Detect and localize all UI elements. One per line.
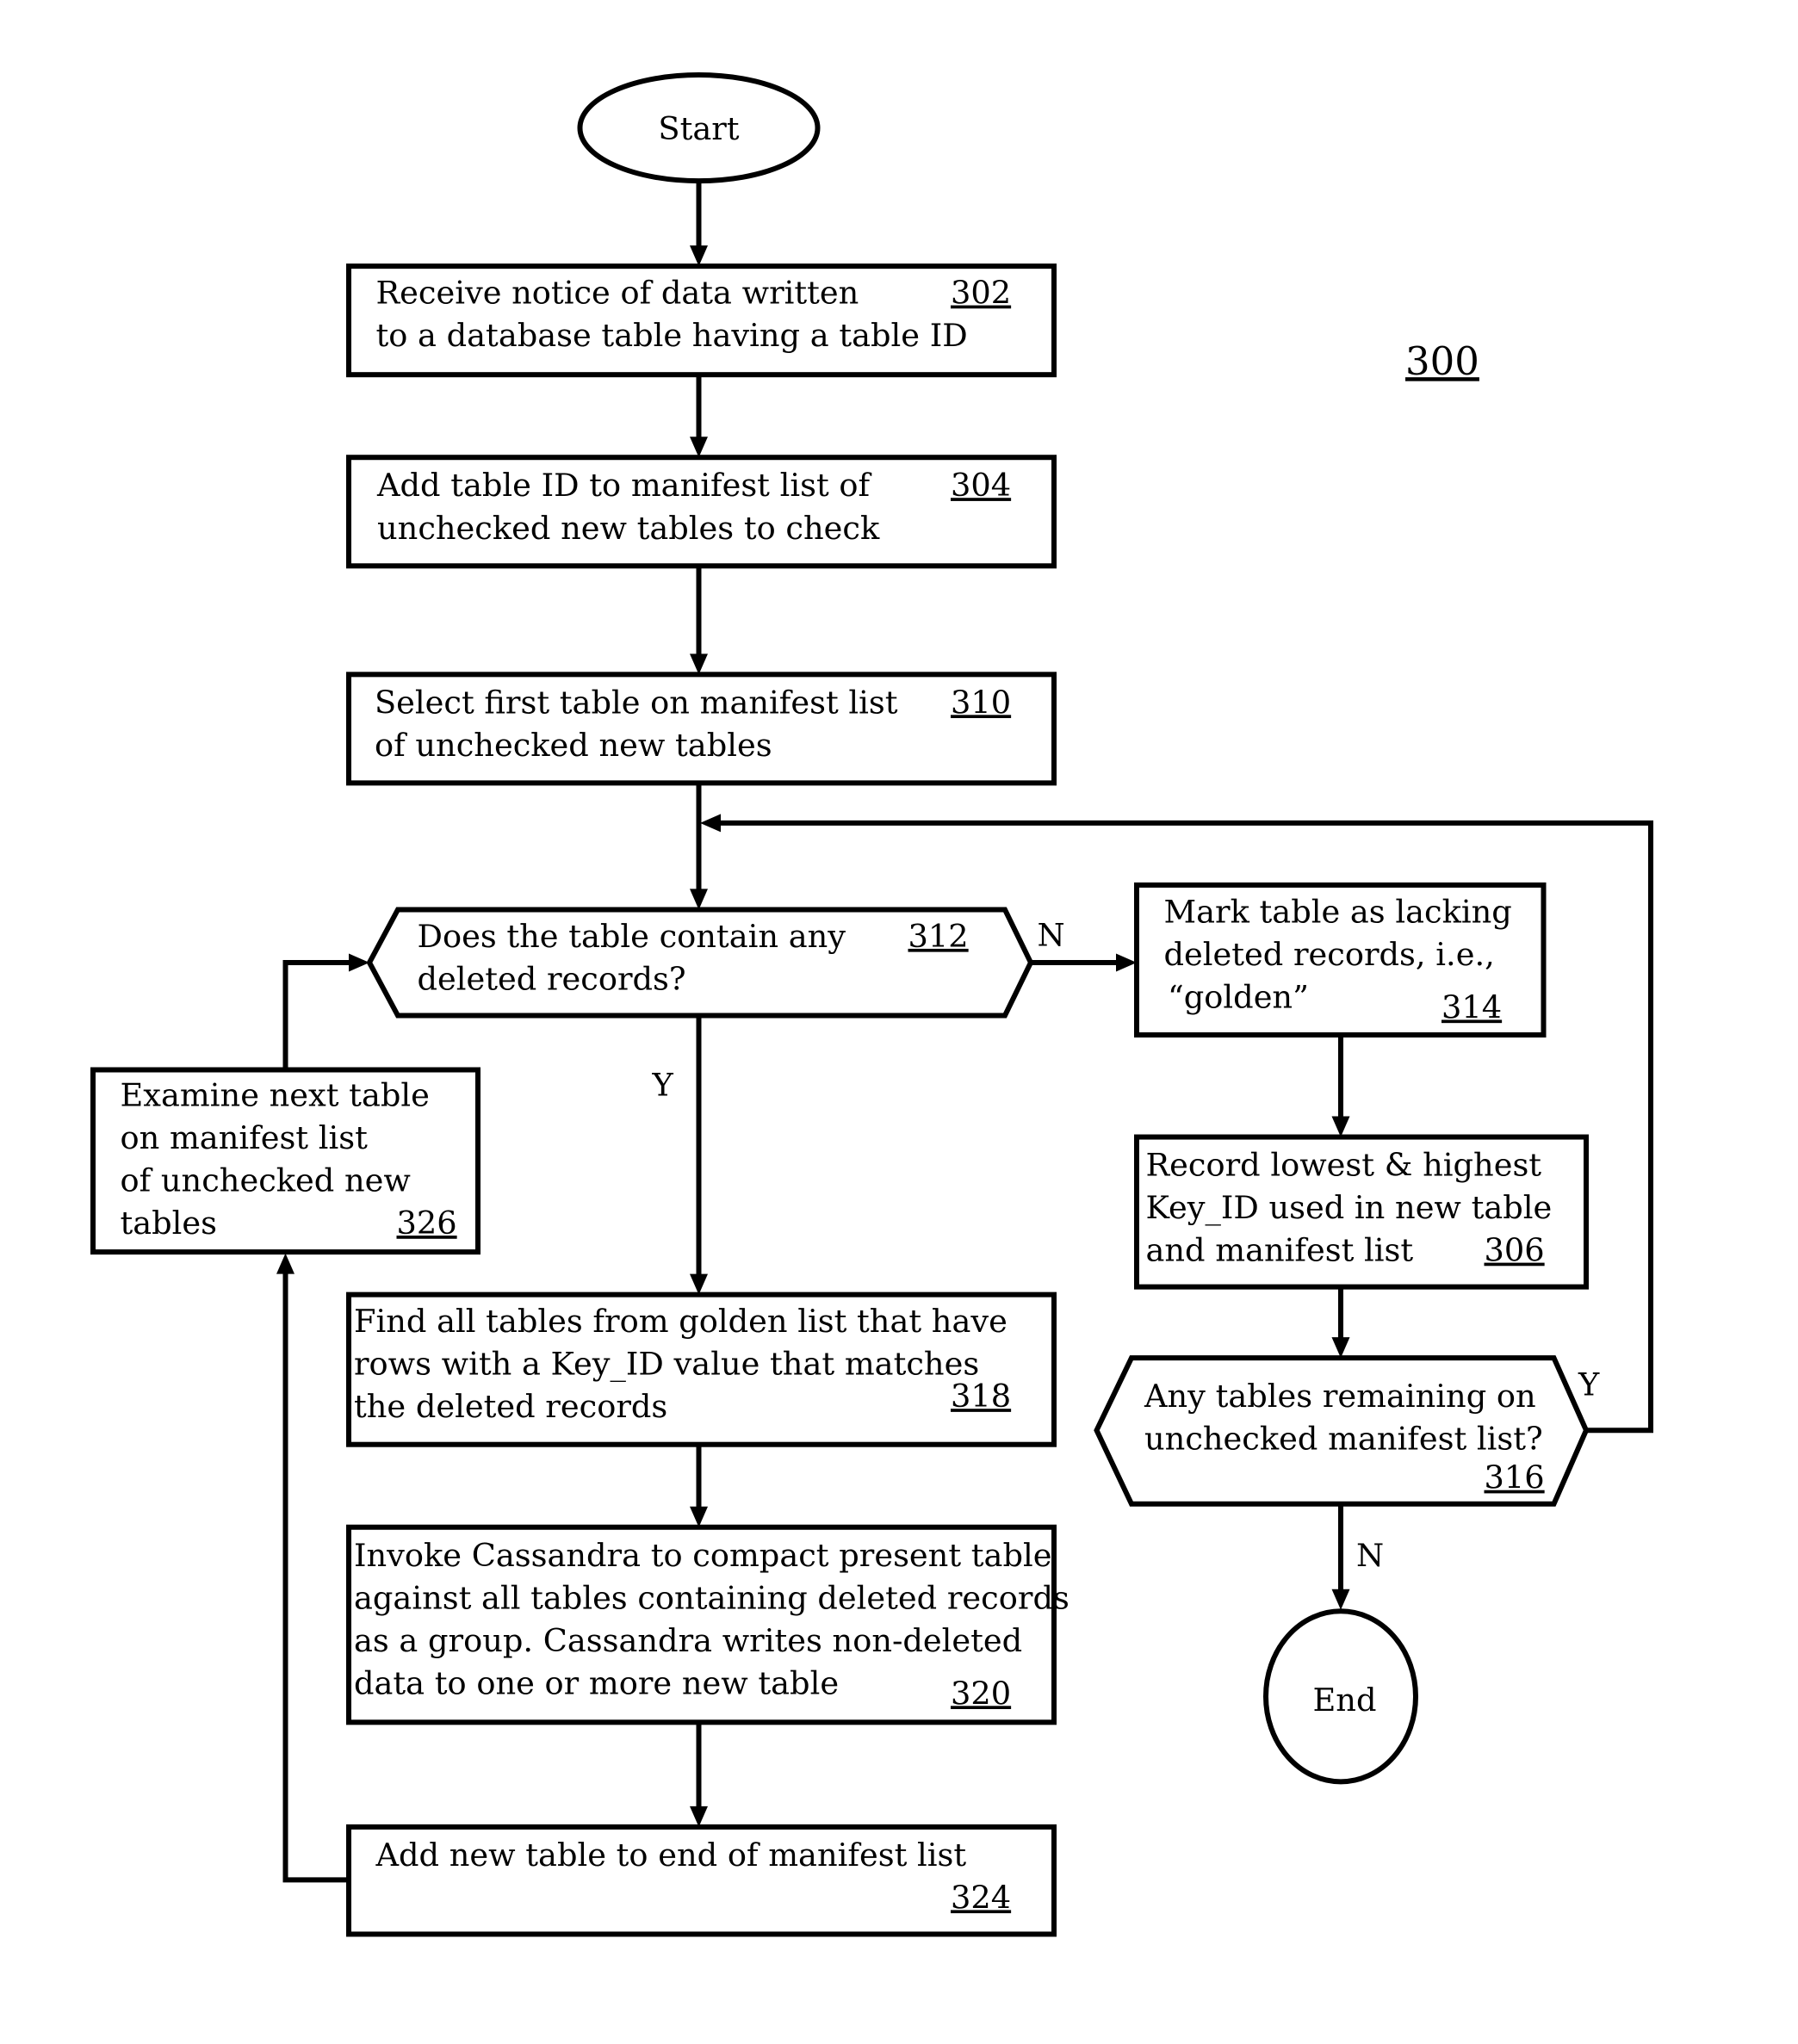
node-326-line-1: Examine next table (121, 1077, 430, 1114)
node-304-line-2: unchecked new tables to check (377, 510, 880, 547)
node-326-line-2: on manifest list (121, 1119, 369, 1156)
node-302-line-2: to a database table having a table ID (376, 317, 968, 354)
node-316: Any tables remaining on unchecked manife… (1094, 1355, 1590, 1507)
node-320-line-2: against all tables containing deleted re… (354, 1579, 1070, 1616)
node-318-ref: 318 (951, 1378, 1011, 1415)
figure-reference: 300 (1405, 338, 1479, 384)
node-312: Does the table contain any deleted recor… (366, 907, 1034, 1019)
arrowhead-312-left (349, 953, 369, 972)
node-310-line-1: Select first table on manifest list (375, 684, 898, 721)
node-312-ref: 312 (908, 918, 969, 955)
node-326: Examine next table on manifest list of u… (90, 1067, 480, 1255)
node-314: Mark table as lacking deleted records, i… (1134, 882, 1547, 1038)
node-314-ref: 314 (1442, 988, 1502, 1025)
node-310: Select first table on manifest list of u… (346, 672, 1057, 786)
branch-312-no-label: N (1038, 916, 1065, 953)
arrowhead-end (1331, 1589, 1350, 1610)
node-306-ref: 306 (1485, 1232, 1545, 1269)
node-324: Add new table to end of manifest list 32… (346, 1824, 1057, 1937)
edge-324-326 (282, 1271, 349, 1883)
node-306: Record lowest & highest Key_ID used in n… (1134, 1134, 1589, 1290)
node-start: Start (577, 72, 821, 184)
node-318: Find all tables from golden list that ha… (346, 1291, 1057, 1447)
node-316-line-1: Any tables remaining on (1144, 1378, 1536, 1415)
start-label: Start (658, 110, 739, 147)
node-326-ref: 326 (397, 1205, 457, 1242)
node-320-ref: 320 (951, 1675, 1011, 1712)
node-318-line-2: rows with a Key_ID value that matches (354, 1346, 979, 1384)
arrowhead-302 (690, 245, 708, 267)
arrowhead-310 (690, 653, 708, 675)
node-320-line-4: data to one or more new table (354, 1664, 839, 1701)
node-312-line-1: Does the table contain any (418, 918, 846, 955)
node-318-line-1: Find all tables from golden list that ha… (354, 1303, 1008, 1340)
node-310-line-2: of unchecked new tables (375, 727, 772, 764)
arrowhead-loop (700, 814, 721, 833)
edge-326-312 (282, 959, 351, 1070)
node-326-line-4: tables (121, 1205, 218, 1242)
branch-316-yes-label: Y (1578, 1366, 1600, 1403)
node-318-line-3: the deleted records (354, 1388, 667, 1425)
arrowhead-312-top (690, 889, 708, 910)
node-306-line-3: and manifest list (1146, 1232, 1414, 1269)
arrowhead-326 (276, 1253, 294, 1274)
node-306-line-1: Record lowest & highest (1146, 1147, 1542, 1184)
node-324-line-1: Add new table to end of manifest list (375, 1837, 967, 1874)
node-310-ref: 310 (951, 684, 1011, 721)
node-316-ref: 316 (1485, 1459, 1545, 1496)
arrowhead-304 (690, 437, 708, 458)
arrowhead-314 (1116, 953, 1137, 972)
node-306-line-2: Key_ID used in new table (1146, 1189, 1553, 1227)
branch-312-yes-label: Y (652, 1067, 674, 1104)
node-302-ref: 302 (951, 275, 1011, 312)
node-304: Add table ID to manifest list of uncheck… (346, 455, 1057, 569)
node-320: Invoke Cassandra to compact present tabl… (346, 1524, 1070, 1725)
node-312-line-2: deleted records? (418, 960, 686, 997)
arrowhead-324 (690, 1806, 708, 1827)
node-320-line-3: as a group. Cassandra writes non-deleted (354, 1622, 1022, 1659)
node-314-line-2: deleted records, i.e., (1164, 936, 1495, 973)
end-label: End (1312, 1682, 1376, 1719)
arrowhead-316 (1331, 1337, 1350, 1359)
node-304-ref: 304 (951, 467, 1011, 504)
flowchart-300: 300 Start Receive notice of data written… (90, 72, 1653, 1937)
node-302-line-1: Receive notice of data written (376, 275, 859, 312)
node-302: Receive notice of data written to a data… (346, 263, 1057, 378)
node-314-line-3: “golden” (1168, 978, 1309, 1015)
node-304-line-1: Add table ID to manifest list of (376, 467, 872, 504)
arrowhead-320 (690, 1506, 708, 1527)
node-316-line-2: unchecked manifest list? (1144, 1421, 1543, 1458)
node-324-ref: 324 (951, 1879, 1011, 1916)
arrowhead-318 (690, 1273, 708, 1295)
node-end: End (1263, 1608, 1418, 1785)
node-326-line-3: of unchecked new (121, 1162, 411, 1199)
node-320-line-1: Invoke Cassandra to compact present tabl… (354, 1537, 1051, 1574)
branch-316-no-label: N (1356, 1537, 1384, 1574)
node-314-line-1: Mark table as lacking (1164, 893, 1512, 930)
arrowhead-306 (1331, 1116, 1350, 1137)
